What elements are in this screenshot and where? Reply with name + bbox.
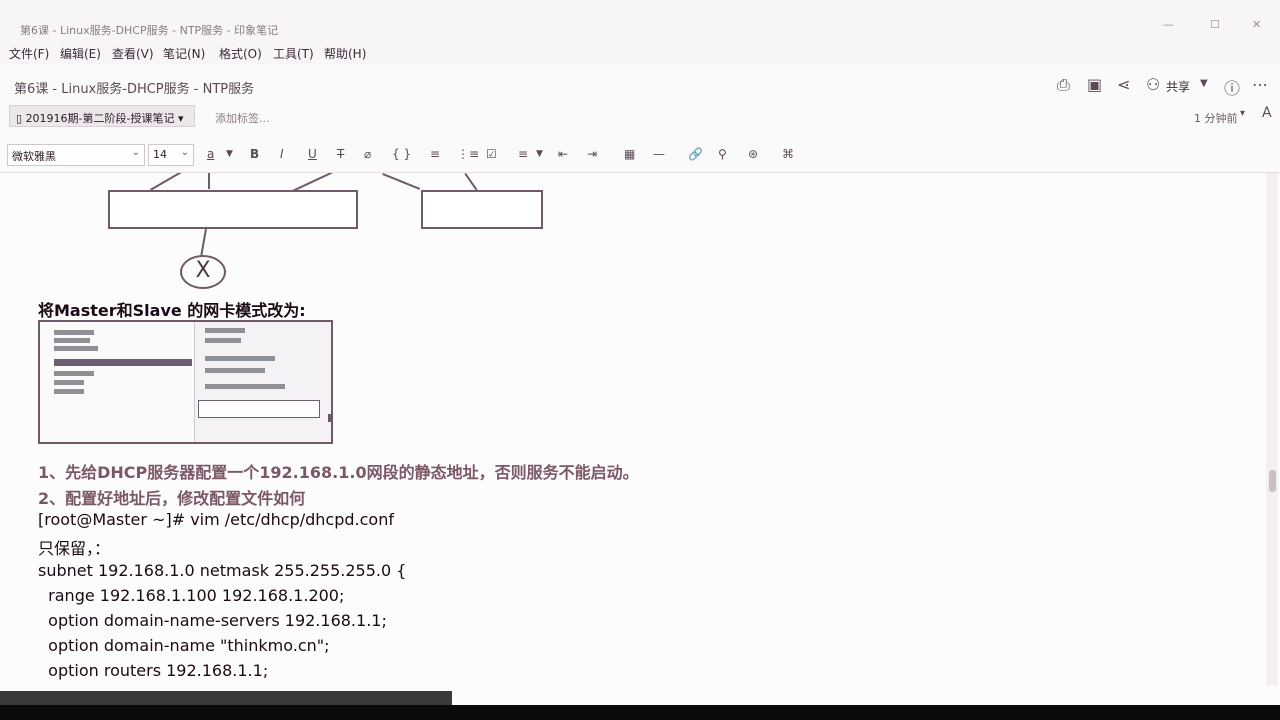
outdent-icon[interactable]: ⇤ (558, 147, 568, 161)
chevron-down-icon: ▾ (174, 112, 184, 125)
chevron-down-icon[interactable]: ▾ (1240, 108, 1245, 119)
list-item (54, 389, 84, 394)
font-family-value: 微软雅黑 (12, 150, 56, 163)
dropdown (198, 400, 320, 418)
align-icon[interactable]: ≡ (518, 147, 528, 161)
diagram-connector (200, 228, 207, 257)
info-icon[interactable]: ⓘ (1224, 75, 1240, 99)
menu-format[interactable]: 格式(O) (219, 45, 262, 62)
list-item (54, 346, 98, 351)
list-item (205, 384, 285, 389)
chevron-down-icon[interactable]: ▼ (1200, 78, 1208, 89)
code-line: range 192.168.1.100 192.168.1.200; (38, 586, 345, 605)
people-icon[interactable]: ⚇ (1146, 75, 1160, 94)
diagram-node-circle: X (180, 255, 226, 289)
code-icon[interactable]: { } (392, 147, 411, 161)
selected-list-item (54, 359, 192, 366)
text-color-button[interactable]: a (207, 147, 214, 161)
checkbox-icon[interactable]: ☑ (486, 147, 497, 161)
print-icon[interactable]: ⎙ (1057, 75, 1070, 95)
code-line: option domain-name-servers 192.168.1.1; (38, 611, 387, 630)
step-1-text: 1、先给DHCP服务器配置一个192.168.1.0网段的静态地址，否则服务不能… (38, 463, 639, 482)
menu-bar: 文件(F) 编辑(E) 查看(V) 笔记(N) 格式(O) 工具(T) 帮助(H… (0, 40, 1280, 64)
list-item (205, 368, 265, 373)
list-item (54, 338, 90, 343)
font-family-select[interactable]: 微软雅黑 ⌄ (7, 144, 145, 166)
bold-button[interactable]: B (250, 147, 259, 161)
list-item (205, 356, 275, 361)
list-item (54, 330, 94, 335)
resize-handle[interactable] (328, 414, 331, 422)
chevron-down-icon: ⌄ (131, 147, 140, 158)
bullet-list-icon[interactable]: ≡ (430, 147, 440, 161)
chevron-down-icon[interactable]: ▼ (536, 149, 543, 159)
list-item (54, 371, 94, 376)
menu-tools[interactable]: 工具(T) (273, 45, 314, 62)
italic-button[interactable]: I (280, 147, 284, 161)
title-bar: 第6课 - Linux服务-DHCP服务 - NTP服务 - 印象笔记 — ☐ … (0, 0, 1280, 40)
menu-note[interactable]: 笔记(N) (163, 45, 205, 62)
diagram-node-box (108, 190, 358, 229)
text-format-icon[interactable]: A (1262, 105, 1272, 121)
underline-button[interactable]: U (308, 147, 317, 161)
code-line: option domain-name "thinkmo.cn"; (38, 636, 330, 655)
note-body[interactable]: X 将Master和Slave 的网卡模式改为: 1、先给DHCP服务器配置一个… (0, 173, 1262, 686)
list-item (205, 338, 241, 343)
diagram-connector (382, 173, 421, 190)
minimize-button[interactable]: — (1163, 18, 1174, 31)
menu-help[interactable]: 帮助(H) (324, 45, 366, 62)
code-line: option routers 192.168.1.1; (38, 661, 269, 680)
list-item (54, 380, 84, 385)
more-format-icon[interactable]: ⌘ (782, 147, 794, 161)
present-icon[interactable]: ▣ (1087, 75, 1102, 94)
notebook-icon: ▯ (16, 112, 26, 125)
code-line: subnet 192.168.1.0 netmask 255.255.255.0… (38, 561, 407, 580)
taskbar (0, 705, 1280, 720)
diagram-connector (464, 173, 478, 191)
add-tag-link[interactable]: 添加标签... (215, 110, 270, 126)
diagram-connector (208, 173, 210, 189)
more-icon[interactable]: ⋯ (1252, 75, 1268, 94)
step-2-text: 2、配置好地址后，修改配置文件如何 (38, 489, 306, 508)
diagram-connector (150, 173, 186, 191)
strikethrough-button[interactable]: T (337, 147, 344, 161)
updated-time: 1 分钟前 (1194, 112, 1238, 125)
link-icon[interactable]: 🔗 (688, 147, 703, 161)
menu-file[interactable]: 文件(F) (9, 45, 49, 62)
keep-text: 只保留，： (38, 539, 111, 558)
list-item (205, 328, 245, 333)
note-title[interactable]: 第6课 - Linux服务-DHCP服务 - NTP服务 (14, 78, 254, 97)
font-size-value: 14 (153, 148, 167, 161)
highlight-icon[interactable]: ⌀ (364, 147, 371, 161)
notebook-name: 201916期-第二阶段-授课笔记 (25, 112, 175, 125)
table-icon[interactable]: ▦ (624, 147, 635, 161)
menu-edit[interactable]: 编辑(E) (60, 45, 101, 62)
embedded-screenshot[interactable] (38, 320, 333, 444)
share-button[interactable]: 共享 (1166, 78, 1190, 95)
format-toolbar: 微软雅黑 ⌄ 14 ⌄ a ▼ B I U T ⌀ { } ≡ ⋮≡ ☑ ≡ ▼… (0, 142, 1280, 173)
emoji-icon[interactable]: ⊛ (748, 147, 758, 161)
diagram-node-box (421, 190, 543, 229)
vertical-scrollbar[interactable] (1266, 173, 1278, 686)
share-network-icon[interactable]: ⋖ (1117, 75, 1130, 94)
chevron-down-icon[interactable]: ▼ (226, 149, 233, 159)
attachment-icon[interactable]: ⚲ (718, 147, 727, 161)
scrollbar-thumb[interactable] (1269, 470, 1276, 492)
indent-icon[interactable]: ⇥ (587, 147, 597, 161)
app-window: 第6课 - Linux服务-DHCP服务 - NTP服务 - 印象笔记 — ☐ … (0, 0, 1280, 705)
numbered-list-icon[interactable]: ⋮≡ (457, 147, 479, 161)
font-size-select[interactable]: 14 ⌄ (148, 144, 194, 166)
chevron-down-icon: ⌄ (180, 147, 189, 158)
close-button[interactable]: ✕ (1252, 18, 1261, 31)
section-heading: 将Master和Slave 的网卡模式改为: (38, 301, 306, 320)
taskbar-strip (0, 691, 452, 705)
command-line: [root@Master ~]# vim /etc/dhcp/dhcpd.con… (38, 510, 394, 529)
notebook-selector[interactable]: ▯ 201916期-第二阶段-授课笔记 ▾ (9, 105, 195, 127)
maximize-button[interactable]: ☐ (1210, 18, 1220, 31)
menu-view[interactable]: 查看(V) (112, 45, 154, 62)
window-title: 第6课 - Linux服务-DHCP服务 - NTP服务 - 印象笔记 (20, 24, 279, 37)
horizontal-rule-icon[interactable]: — (653, 147, 665, 161)
